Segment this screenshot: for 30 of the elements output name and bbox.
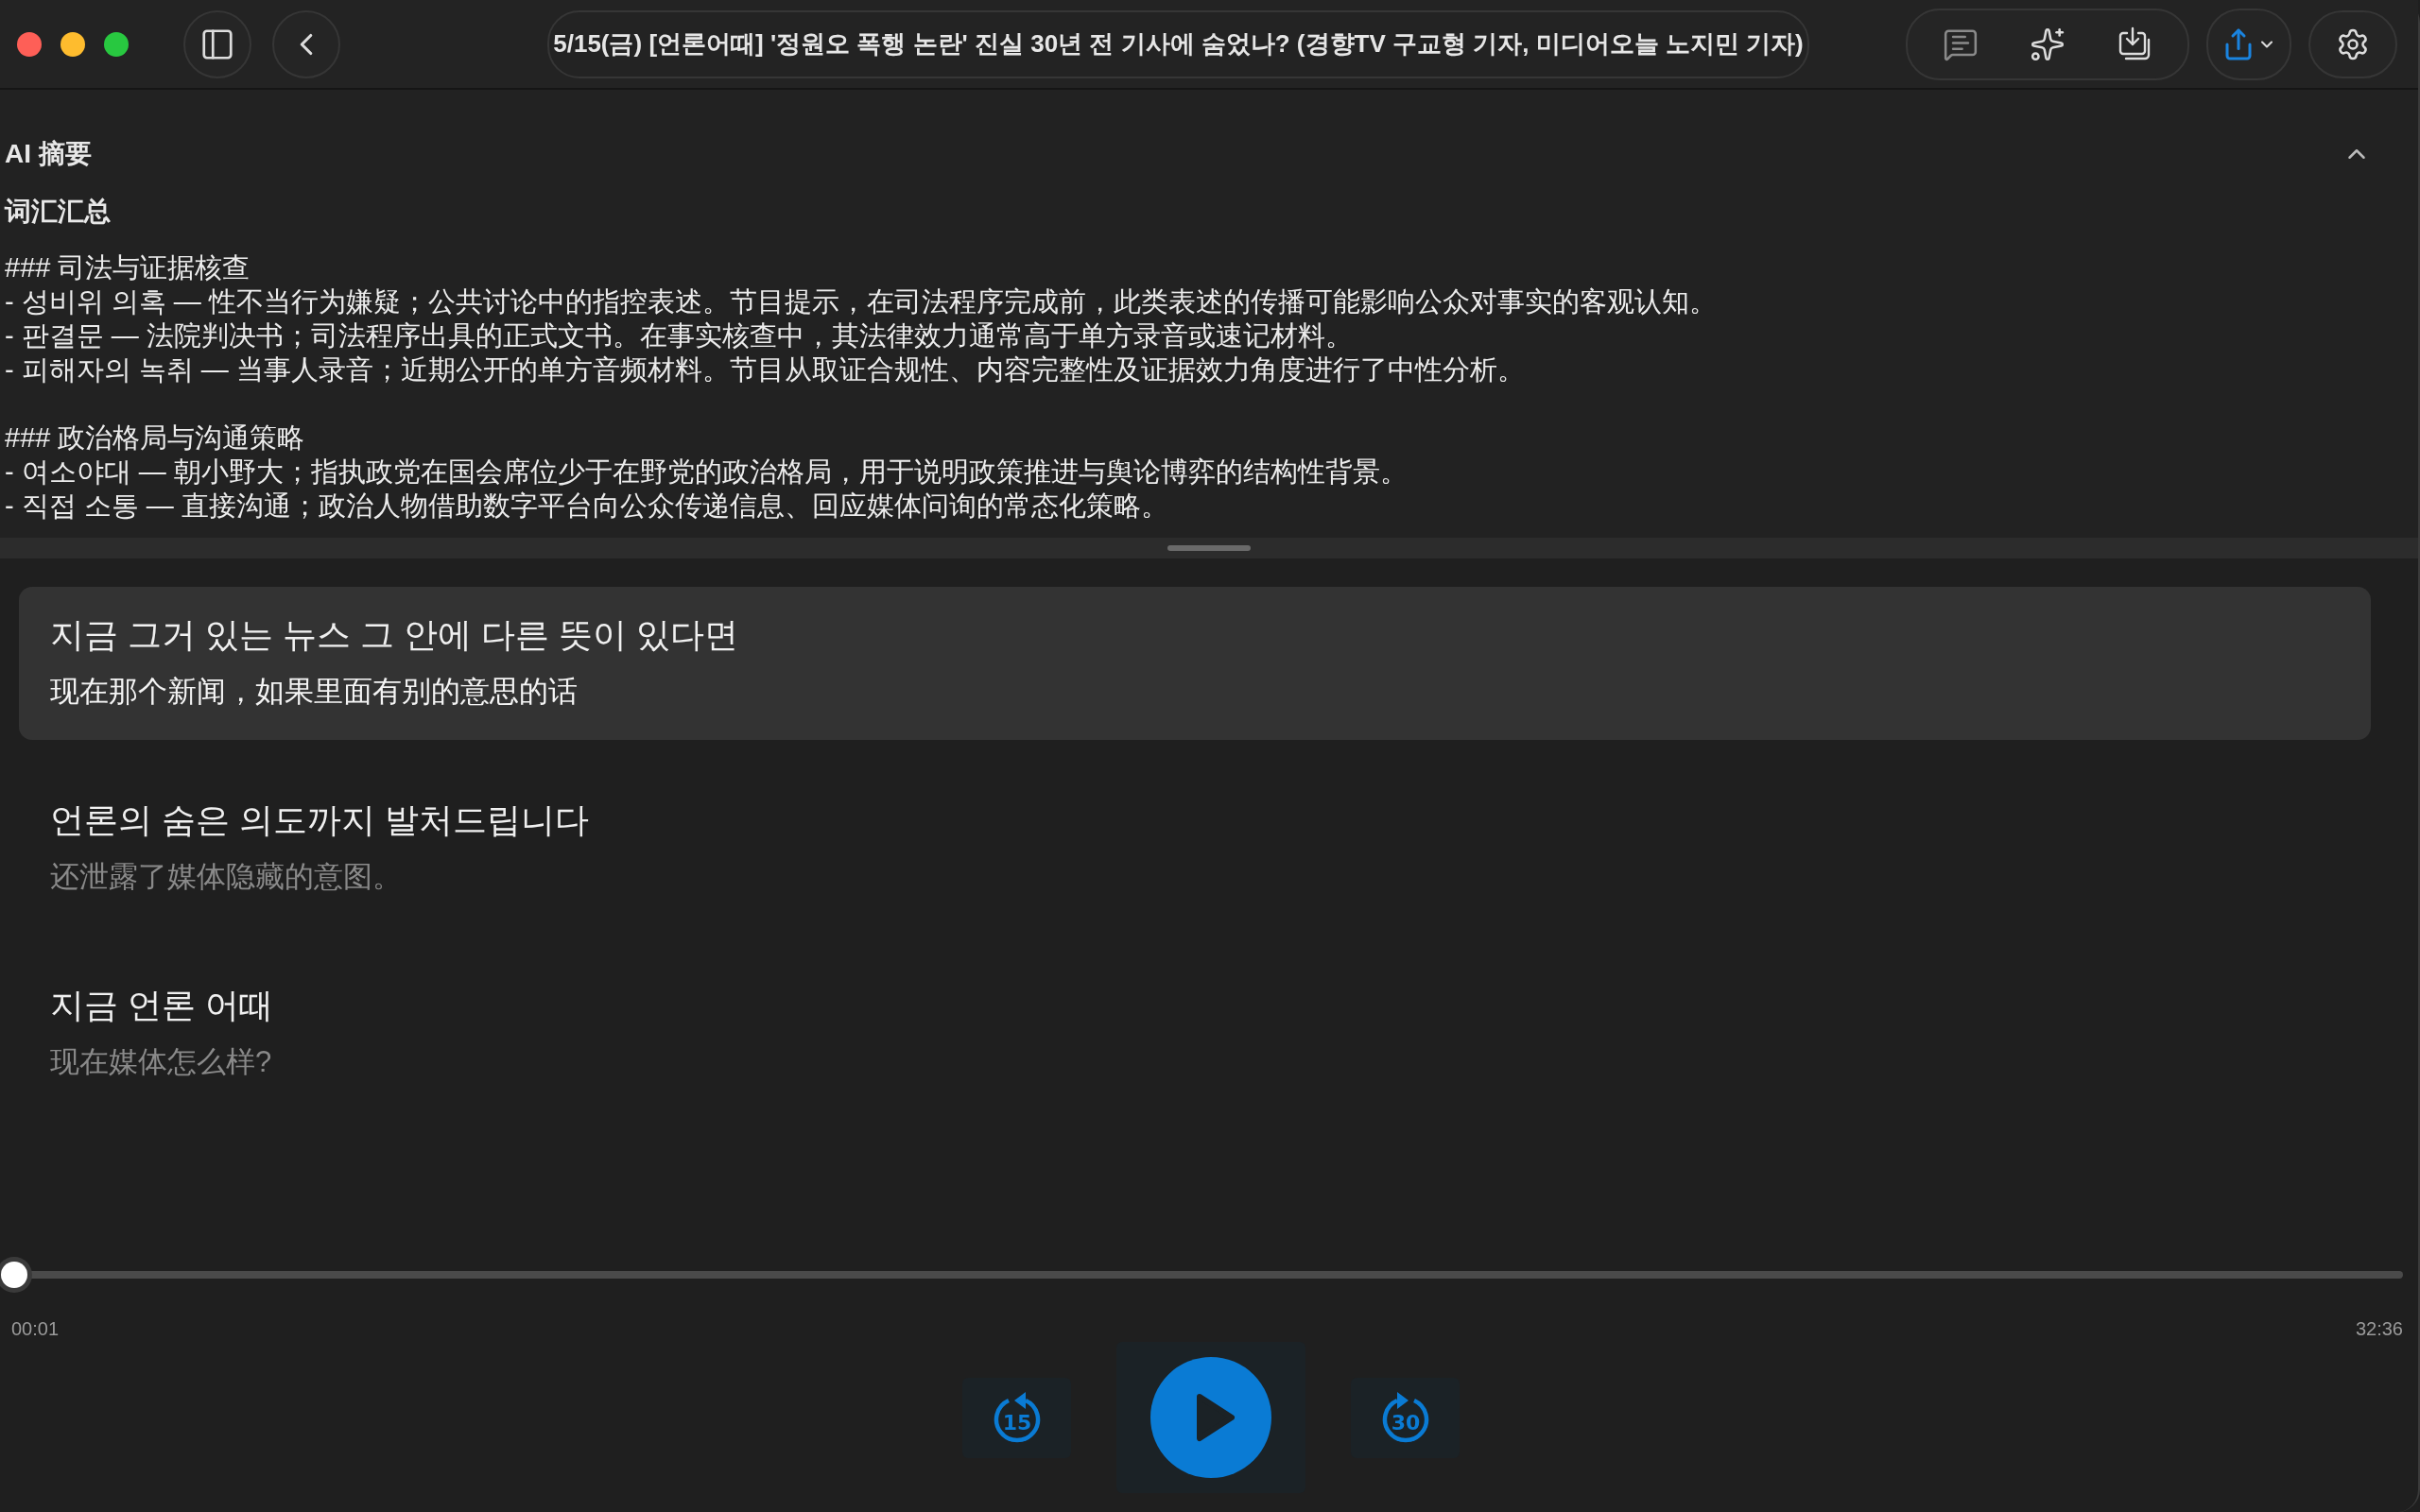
minimize-button[interactable] [60,31,85,57]
play-icon [1150,1357,1271,1478]
translation-text: 现在媒体怎么样? [50,1044,273,1080]
summary-item: - 피해자의 녹취 — 当事人录音；近期公开的单方音频材料。节目从取证合规性、内容完整性及证据效力角度进行了中性分析。 [5,353,1526,387]
summary-item: - 직접 소통 — 直接沟通；政治人物借助数字平台向公众传递信息、回应媒体问询的常态化策略。 [5,490,1169,523]
summary-title: AI 摘要 [5,138,92,170]
zoom-button[interactable] [104,31,129,57]
resize-handle[interactable] [1167,545,1251,551]
close-button[interactable] [17,31,42,57]
original-text: 지금 언론 어때 [50,985,274,1026]
gear-icon [2336,26,2370,61]
original-text: 지금 그거 있는 뉴스 그 안에 다른 뜻이 있다면 [50,614,739,656]
skip-back-button[interactable]: 15 [962,1377,1071,1458]
section-heading: ### 司法与证据核查 [5,251,251,284]
window-title: 5/15(금) [언론어때] '정원오 폭행 논란' 진실 30년 전 기사에 숨었나? (경향TV 구교형 기자, 미디어오늘 노지민 기자) [547,9,1809,78]
section-heading: ### 政治格局与沟通策略 [5,421,306,455]
skip-forward-button[interactable]: 30 [1351,1377,1460,1458]
summary-item: - 여소야대 — 朝小野大；指执政党在国会席位少于在野党的政治格局，用于说明政策推进与舆论博弈的结构性背景。 [5,455,1409,489]
play-button[interactable] [1116,1342,1305,1493]
summary-item: - 성비위 의혹 — 性不当行为嫌疑；公共讨论中的指控表述。节目提示，在司法程序完成前，此类表述的传播可能影响公众对事实的客观认知。 [5,285,1718,318]
original-text: 언론의 숨은 의도까지 발처드립니다 [50,799,590,841]
duration-time: 32:36 [2355,1318,2403,1340]
translation-text: 还泄露了媒体隐藏的意图。 [50,859,403,895]
summary-item: - 판결문 — 法院判决书；司法程序出具的正式文书。在事实核查中，其法律效力通常高于单方录音或速记材料。 [5,319,1354,352]
subtitle-card[interactable]: 지금 언론 어때 现在媒体怎么样? [19,957,2371,1110]
elapsed-time: 00:01 [11,1318,60,1340]
subtitle-card[interactable]: 언론의 숨은 의도까지 발처드립니다 还泄露了媒体隐藏的意图。 [19,772,2371,925]
translation-text: 现在那个新闻，如果里面有别的意思的话 [50,674,579,710]
summary-heading: 词汇汇总 [5,196,112,228]
subtitle-card[interactable]: 지금 그거 있는 뉴스 그 안에 다른 뜻이 있다면 现在那个新闻，如果里面有别的意思的话 [19,587,2371,740]
